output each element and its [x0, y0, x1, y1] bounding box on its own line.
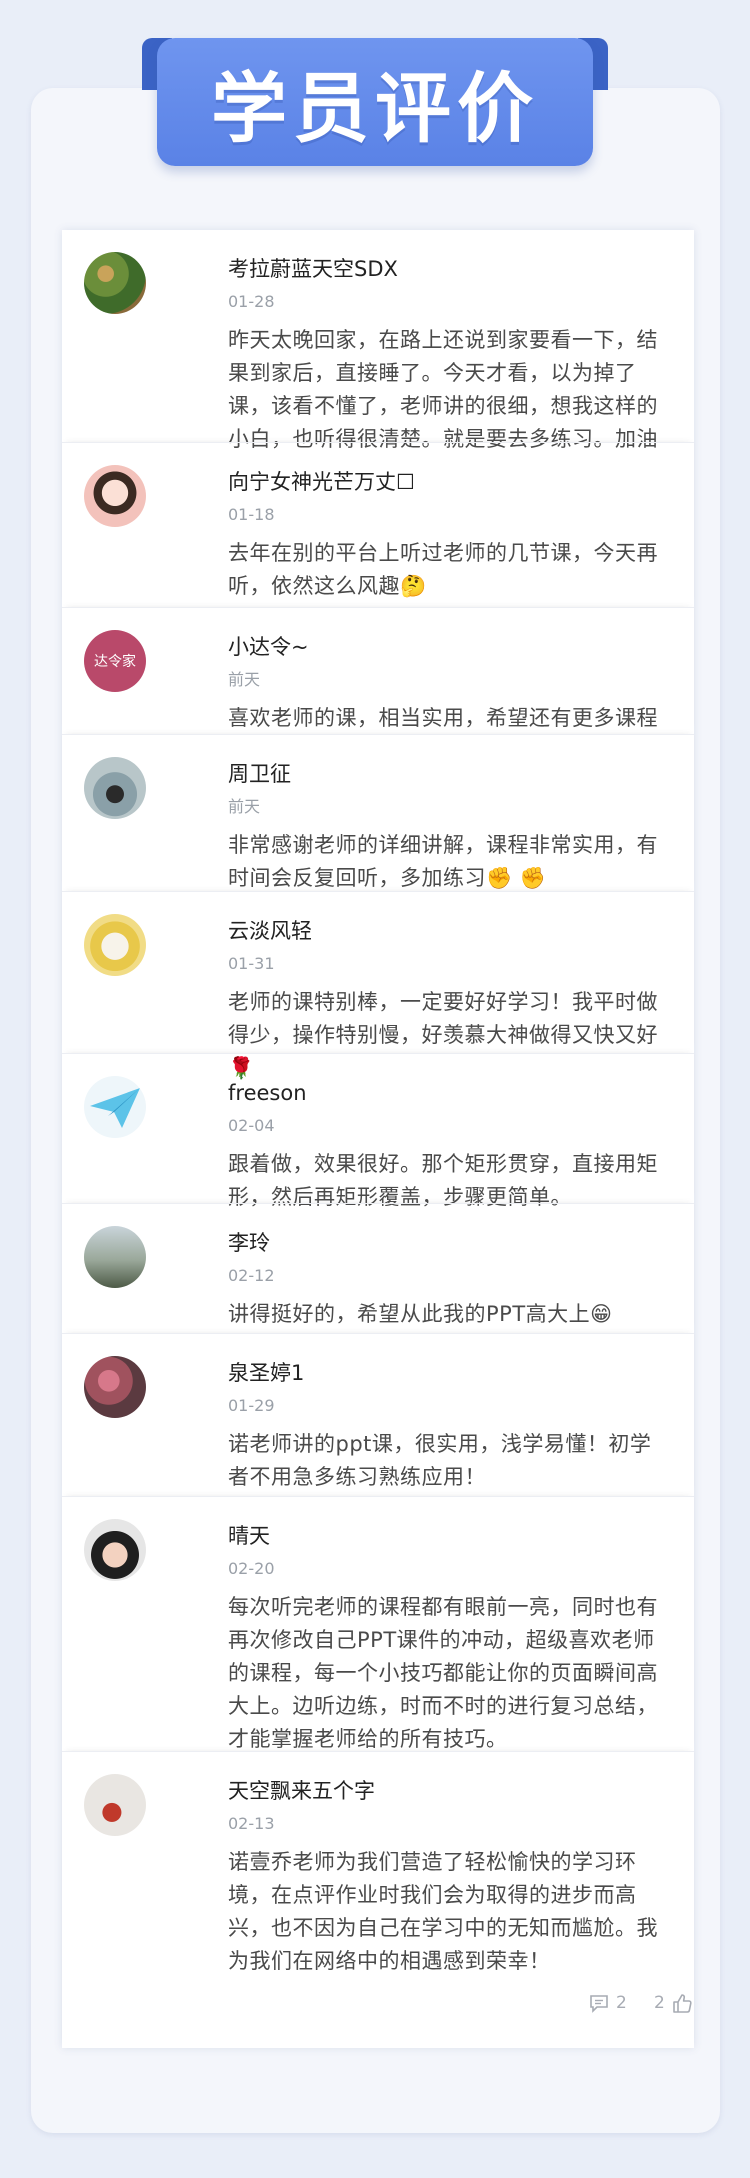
- like-button[interactable]: 2: [654, 1992, 693, 2014]
- review-date: 01-18: [228, 505, 275, 524]
- review-item: 达令家 小达令~ 前天 喜欢老师的课，相当实用，希望还有更多课程: [62, 607, 694, 734]
- reviewer-name[interactable]: 小达令~: [228, 630, 670, 662]
- title-banner: 学员评价: [157, 38, 593, 166]
- review-item: 云淡风轻 01-31 老师的课特别棒，一定要好好学习！我平时做得少，操作特别慢，…: [62, 891, 694, 1080]
- reviewer-name[interactable]: 李玲: [228, 1226, 670, 1258]
- child-portrait-avatar[interactable]: [84, 1519, 146, 1581]
- cherry-avatar[interactable]: [84, 1774, 146, 1836]
- review-text: 去年在别的平台上听过老师的几节课，今天再听，依然这么风趣🤔: [228, 541, 658, 598]
- review-text: 讲得挺好的，希望从此我的PPT高大上😁: [228, 1302, 613, 1326]
- comment-count: 2: [616, 1993, 627, 2013]
- review-date: 01-31: [228, 954, 275, 973]
- person-outdoor-avatar[interactable]: [84, 757, 146, 819]
- review-text: 非常感谢老师的详细讲解，课程非常实用，有时间会反复回听，多加练习✊ ✊: [228, 833, 658, 890]
- page-title: 学员评价: [211, 64, 539, 153]
- woman-portrait-avatar[interactable]: [84, 465, 146, 527]
- review-item: 考拉蔚蓝天空SDX 01-28 昨天太晚回家，在路上还说到家要看一下，结果到家后…: [62, 230, 694, 451]
- paper-plane-icon: [90, 1088, 140, 1128]
- review-text: 喜欢老师的课，相当实用，希望还有更多课程: [228, 706, 658, 730]
- reviewer-name[interactable]: 晴天: [228, 1519, 670, 1551]
- review-text: 诺老师讲的ppt课，很实用，浅学易懂！初学者不用急多练习熟练应用！: [228, 1432, 652, 1489]
- review-item: 向宁女神光芒万丈☐ 01-18 去年在别的平台上听过老师的几节课，今天再听，依然…: [62, 442, 694, 607]
- comment-button[interactable]: 2: [588, 1992, 627, 2014]
- reviewer-name[interactable]: 天空飘来五个字: [228, 1774, 670, 1806]
- paper-plane-avatar[interactable]: [84, 1076, 146, 1138]
- reviewer-name[interactable]: 云淡风轻: [228, 914, 670, 946]
- avatar-logo-text: 达令家: [94, 654, 136, 670]
- review-date: 02-04: [228, 1116, 275, 1135]
- review-date: 01-28: [228, 292, 275, 311]
- review-date: 02-20: [228, 1559, 275, 1578]
- cat-flower-avatar[interactable]: [84, 914, 146, 976]
- review-text: 诺壹乔老师为我们营造了轻松愉快的学习环境，在点评作业时我们会为取得的进步而高兴，…: [228, 1850, 658, 1973]
- succulent-plants-avatar[interactable]: [84, 252, 146, 314]
- review-actions: 2 2: [86, 1978, 692, 2048]
- review-item: freeson 02-04 跟着做，效果很好。那个矩形贯穿，直接用矩形，然后再矩…: [62, 1053, 694, 1209]
- review-item: 天空飘来五个字 02-13 诺壹乔老师为我们营造了轻松愉快的学习环境，在点评作业…: [62, 1751, 694, 2048]
- review-date: 02-13: [228, 1814, 275, 1833]
- text-logo-avatar[interactable]: 达令家: [84, 630, 146, 692]
- review-text: 每次听完老师的课程都有眼前一亮，同时也有再次修改自己PPT课件的冲动，超级喜欢老…: [228, 1595, 658, 1751]
- tower-photo-avatar[interactable]: [84, 1226, 146, 1288]
- flowers-avatar[interactable]: [84, 1356, 146, 1418]
- reviewer-name[interactable]: freeson: [228, 1076, 670, 1108]
- reviewer-name[interactable]: 考拉蔚蓝天空SDX: [228, 252, 670, 284]
- comment-icon: [590, 1995, 608, 2013]
- review-item: 泉圣婷1 01-29 诺老师讲的ppt课，很实用，浅学易懂！初学者不用急多练习熟…: [62, 1333, 694, 1496]
- reviewer-name[interactable]: 向宁女神光芒万丈☐: [228, 465, 670, 497]
- review-item: 周卫征 前天 非常感谢老师的详细讲解，课程非常实用，有时间会反复回听，多加练习✊…: [62, 734, 694, 891]
- reviewer-name[interactable]: 泉圣婷1: [228, 1356, 670, 1388]
- thumbs-up-icon: [673, 1994, 692, 2013]
- review-text: 昨天太晚回家，在路上还说到家要看一下，结果到家后，直接睡了。今天才看，以为掉了课…: [228, 328, 658, 451]
- review-item: 晴天 02-20 每次听完老师的课程都有眼前一亮，同时也有再次修改自己PPT课件…: [62, 1496, 694, 1751]
- like-count: 2: [654, 1993, 665, 2013]
- review-date: 01-29: [228, 1396, 275, 1415]
- review-date: 前天: [228, 670, 261, 689]
- reviewer-name[interactable]: 周卫征: [228, 757, 670, 789]
- review-date: 前天: [228, 797, 261, 816]
- review-list: 考拉蔚蓝天空SDX 01-28 昨天太晚回家，在路上还说到家要看一下，结果到家后…: [62, 230, 694, 2048]
- review-item: 李玲 02-12 讲得挺好的，希望从此我的PPT高大上😁: [62, 1203, 694, 1333]
- review-date: 02-12: [228, 1266, 275, 1285]
